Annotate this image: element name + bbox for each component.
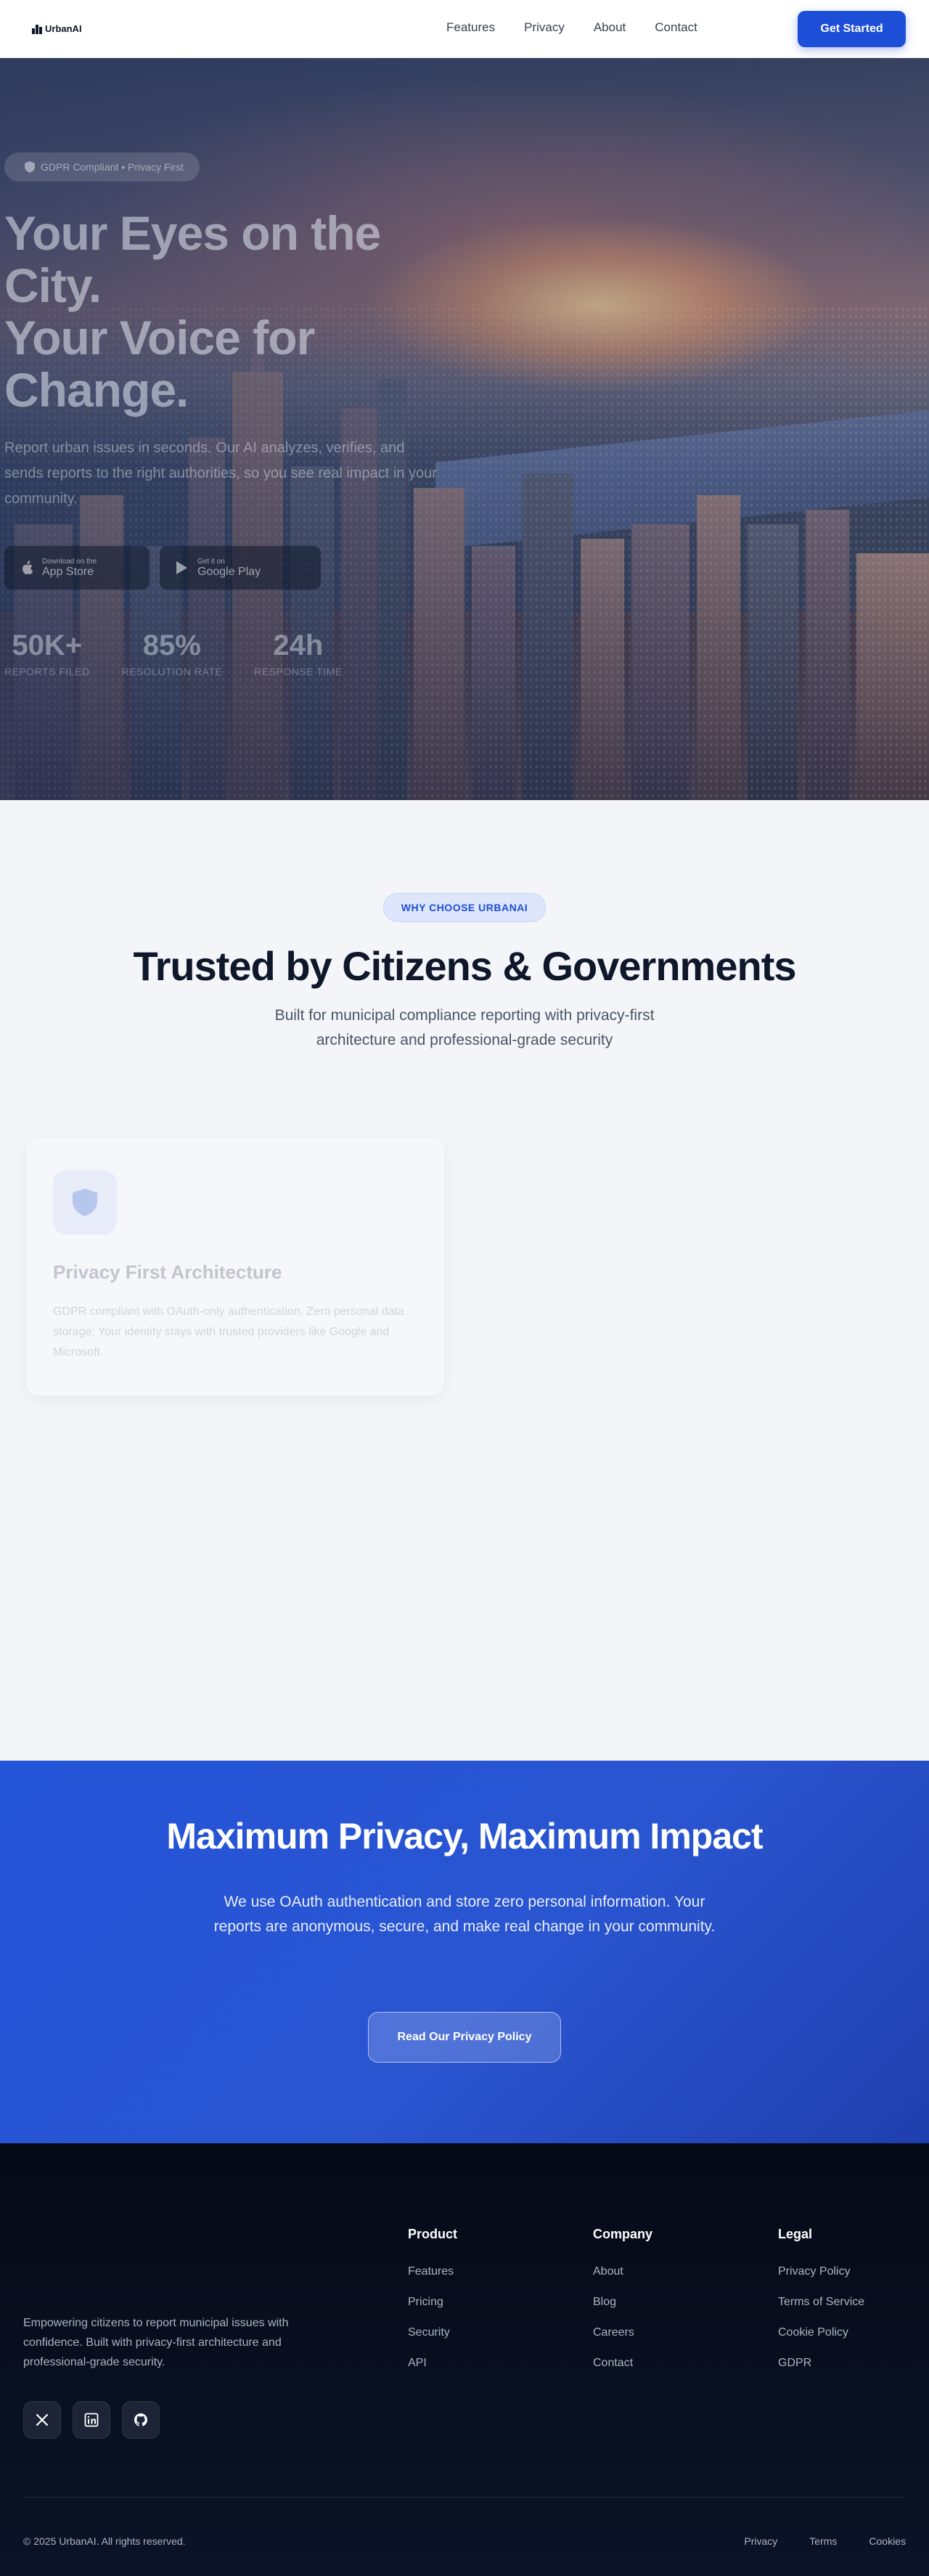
- hero-title-line2: Your Voice for Change.: [4, 311, 315, 417]
- footer-link-cookie-policy[interactable]: Cookie Policy: [778, 2325, 864, 2341]
- stat-label: RESOLUTION RATE: [121, 666, 223, 677]
- footer-link-terms-of-service[interactable]: Terms of Service: [778, 2294, 864, 2310]
- nav-link-privacy[interactable]: Privacy: [524, 20, 565, 35]
- footer-heading: Company: [593, 2227, 653, 2241]
- google-play-button[interactable]: Get it on Google Play: [160, 546, 321, 590]
- nav-links: Features Privacy About Contact: [446, 20, 697, 35]
- hero-content: GDPR Compliant • Privacy First Your Eyes…: [0, 58, 929, 800]
- footer-col-legal: Legal Privacy Policy Terms of Service Co…: [778, 2227, 864, 2386]
- stat-value: 85%: [142, 629, 201, 661]
- feature-card-text: GDPR compliant with OAuth-only authentic…: [53, 1305, 404, 1358]
- footer-bottom-links: Privacy Terms Cookies: [744, 2535, 906, 2547]
- footer-col-company: Company About Blog Careers Contact: [593, 2227, 652, 2386]
- nav-link-features[interactable]: Features: [446, 20, 495, 35]
- social-links: [23, 2401, 160, 2439]
- get-started-button[interactable]: Get Started: [798, 11, 906, 47]
- stat-resolution: 85% RESOLUTION RATE: [122, 628, 223, 677]
- app-store-text: Download on the App Store: [42, 558, 97, 579]
- hero-title-line1: Your Eyes on the City.: [4, 206, 381, 312]
- shield-icon: [25, 161, 35, 173]
- footer-heading: Legal: [778, 2227, 813, 2241]
- cta-text: We use OAuth authentication and store ze…: [213, 1894, 716, 1935]
- why-subtitle: Built for municipal compliance reporting…: [274, 1007, 655, 1048]
- footer-link-privacy-policy[interactable]: Privacy Policy: [778, 2264, 864, 2280]
- bottom-link-cookies[interactable]: Cookies: [869, 2535, 906, 2547]
- x-logo-glyph: [36, 2413, 49, 2426]
- privacy-cta-section: Maximum Privacy, Maximum Impact We use O…: [0, 1761, 929, 2143]
- footer-col-product: Product Features Pricing Security API: [408, 2227, 457, 2386]
- city-logo-icon: [32, 24, 42, 34]
- app-store-big: App Store: [42, 565, 94, 578]
- github-icon[interactable]: [122, 2401, 160, 2439]
- github-logo-glyph: [134, 2413, 147, 2426]
- shield-icon: [73, 1189, 97, 1216]
- why-title: Trusted by Citizens & Governments: [133, 943, 797, 989]
- bottom-link-terms[interactable]: Terms: [809, 2535, 837, 2547]
- google-play-icon: [176, 561, 187, 574]
- nav-link-about[interactable]: About: [594, 20, 626, 35]
- badge-label: GDPR Compliant • Privacy First: [41, 161, 184, 173]
- brand-logo[interactable]: UrbanAI: [32, 23, 82, 34]
- feature-icon-box: [53, 1170, 117, 1234]
- footer-link-blog[interactable]: Blog: [593, 2294, 652, 2310]
- hero-stats: 50K+ REPORTS FILED 85% RESOLUTION RATE 2…: [4, 628, 375, 677]
- copyright: © 2025 UrbanAI. All rights reserved.: [23, 2535, 186, 2547]
- google-play-text: Get it on Google Play: [197, 558, 261, 579]
- x-icon[interactable]: [23, 2401, 61, 2439]
- bottom-link-privacy[interactable]: Privacy: [744, 2535, 777, 2547]
- footer-link-careers[interactable]: Careers: [593, 2325, 652, 2341]
- stat-value: 50K+: [12, 629, 83, 661]
- stat-value: 24h: [273, 629, 324, 661]
- footer-link-api[interactable]: API: [408, 2355, 457, 2371]
- feature-card-title: Privacy First Architecture: [53, 1261, 282, 1283]
- why-section: WHY CHOOSE URBANAI Trusted by Citizens &…: [0, 800, 929, 1761]
- hero-section: GDPR Compliant • Privacy First Your Eyes…: [0, 58, 929, 800]
- top-nav: UrbanAI Features Privacy About Contact G…: [0, 0, 929, 58]
- gdpr-badge: GDPR Compliant • Privacy First: [4, 152, 200, 182]
- footer-divider: [23, 2497, 906, 2498]
- brand-name: UrbanAI: [45, 23, 82, 34]
- linkedin-icon[interactable]: [73, 2401, 110, 2439]
- footer-link-features[interactable]: Features: [408, 2264, 457, 2280]
- footer-description: Empowering citizens to report municipal …: [23, 2317, 289, 2368]
- site-footer: Empowering citizens to report municipal …: [0, 2143, 929, 2576]
- hero-title: Your Eyes on the City. Your Voice for Ch…: [4, 207, 454, 416]
- app-store-small: Download on the: [42, 557, 97, 566]
- footer-link-contact[interactable]: Contact: [593, 2355, 652, 2371]
- footer-link-about[interactable]: About: [593, 2264, 652, 2280]
- nav-link-contact[interactable]: Contact: [655, 20, 697, 35]
- privacy-policy-button[interactable]: Read Our Privacy Policy: [368, 2012, 561, 2063]
- footer-heading: Product: [408, 2227, 458, 2241]
- why-pill: WHY CHOOSE URBANAI: [383, 893, 546, 922]
- feature-card-privacy: Privacy First Architecture GDPR complian…: [26, 1138, 444, 1395]
- stat-reports: 50K+ REPORTS FILED: [4, 628, 90, 677]
- footer-link-gdpr[interactable]: GDPR: [778, 2355, 864, 2371]
- google-play-small: Get it on: [197, 557, 225, 566]
- stat-response: 24h RESPONSE TIME: [254, 628, 342, 677]
- stat-label: REPORTS FILED: [4, 666, 90, 677]
- hero-subtitle: Report urban issues in seconds. Our AI a…: [4, 440, 437, 507]
- app-store-button[interactable]: Download on the App Store: [4, 546, 150, 590]
- google-play-big: Google Play: [197, 565, 261, 578]
- footer-link-security[interactable]: Security: [408, 2325, 457, 2341]
- stat-label: RESPONSE TIME: [254, 666, 343, 677]
- linkedin-logo-glyph: [84, 2413, 99, 2427]
- apple-icon: [22, 561, 33, 575]
- footer-link-pricing[interactable]: Pricing: [408, 2294, 457, 2310]
- cta-title: Maximum Privacy, Maximum Impact: [166, 1816, 763, 1856]
